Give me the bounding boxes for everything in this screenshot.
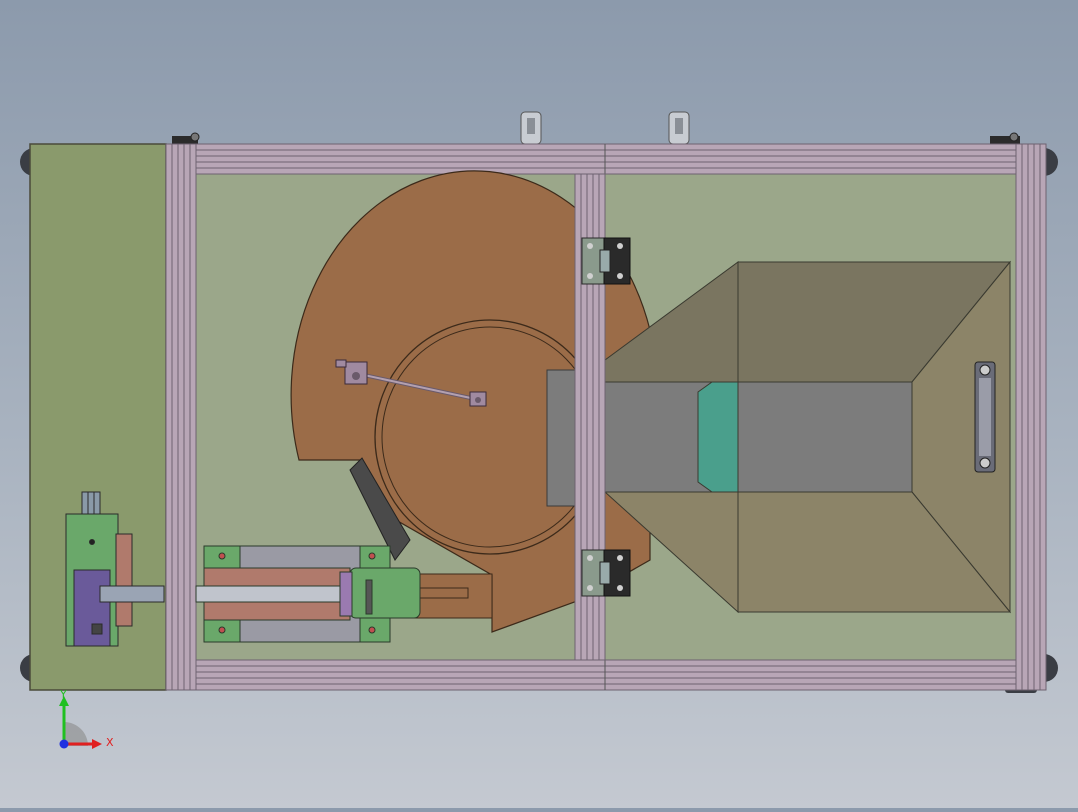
x-axis-head <box>92 739 102 749</box>
assembly-drawing <box>20 111 1058 693</box>
z-axis-dot <box>59 739 69 749</box>
top-clamps <box>172 111 1020 145</box>
x-axis-label: X <box>106 736 114 749</box>
y-axis-label: Y <box>59 688 67 701</box>
coordinate-triad: Y X <box>59 688 114 749</box>
handle <box>974 361 996 473</box>
pneumatic-cylinder <box>195 545 421 643</box>
cad-viewport[interactable]: Y X <box>0 0 1078 808</box>
feed-chute <box>546 369 578 507</box>
